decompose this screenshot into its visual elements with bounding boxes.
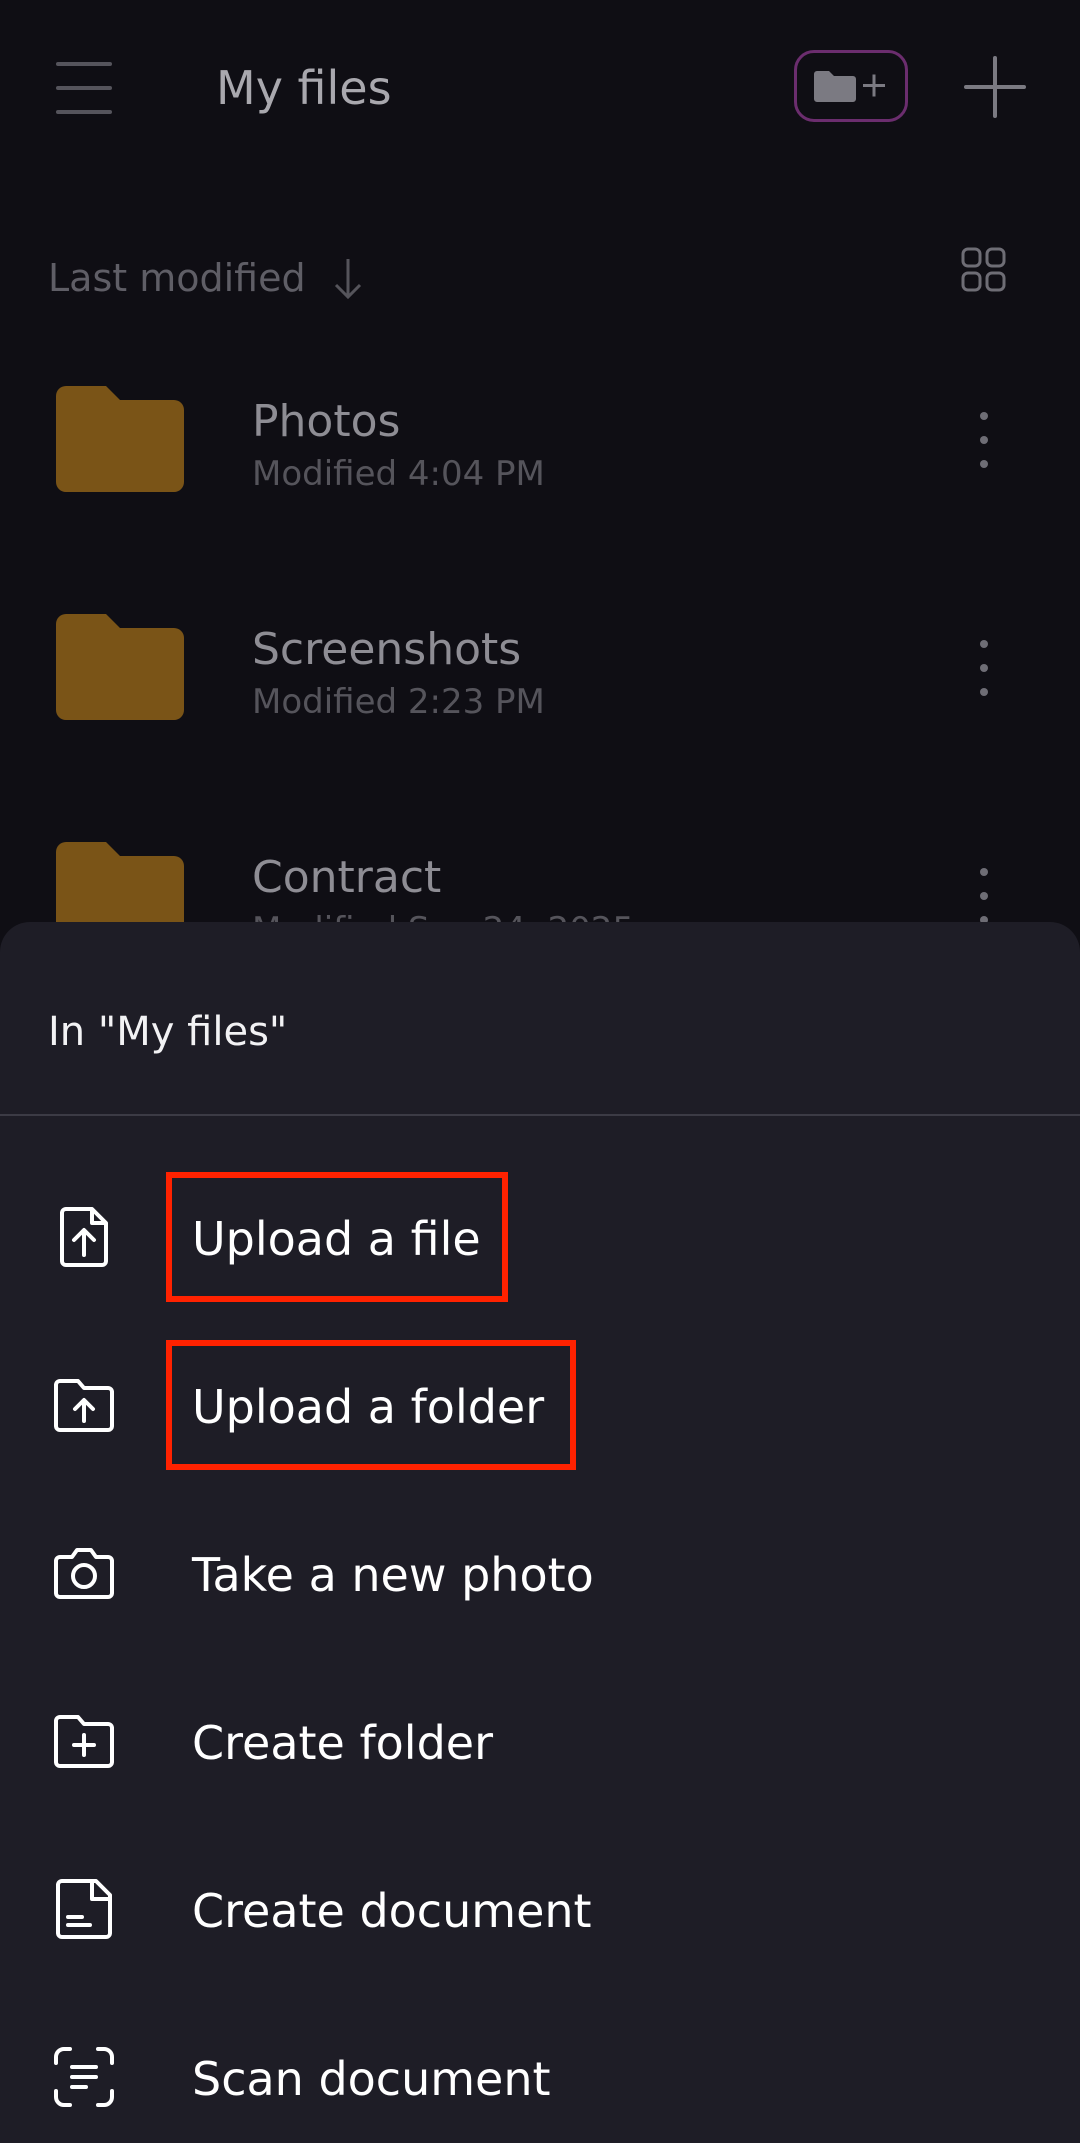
add-button[interactable] [962,54,1028,120]
sheet-title: In "My files" [48,1009,288,1055]
screen: My files Last modified Photos Modified 4… [0,0,1080,2143]
sort-control[interactable]: Last modified [48,248,368,308]
file-item-photos[interactable]: Photos Modified 4:04 PM [0,384,1080,612]
plus-icon [964,56,1026,118]
file-name: Photos [252,396,401,447]
menu-button[interactable] [52,58,116,118]
new-folder-button[interactable] [794,50,908,122]
folder-icon [56,614,184,720]
highlight-box [166,1340,576,1470]
arrow-down-icon [334,259,361,300]
action-label: Create document [192,1884,592,1938]
more-options-icon[interactable] [972,638,996,698]
action-label: Take a new photo [192,1548,594,1602]
document-icon [56,1879,112,1939]
upload-file-action[interactable]: Upload a file [0,1167,1080,1307]
add-options-sheet: In "My files" Upload a file Upload a fol… [0,922,1080,2143]
folder-plus-icon [814,71,885,102]
camera-icon [54,1548,114,1599]
folder-add-icon [54,1715,114,1768]
file-name: Screenshots [252,624,522,675]
create-folder-action[interactable]: Create folder [0,1671,1080,1811]
page-title: My files [216,61,392,115]
create-document-action[interactable]: Create document [0,1839,1080,1979]
more-options-icon[interactable] [972,866,996,926]
file-meta: Modified 4:04 PM [252,454,545,494]
sort-label: Last modified [48,256,306,300]
file-upload-icon [60,1207,108,1267]
file-meta: Modified 2:23 PM [252,682,545,722]
more-options-icon[interactable] [972,410,996,470]
scan-document-action[interactable]: Scan document [0,2007,1080,2143]
file-name: Contract [252,852,442,903]
grid-view-toggle[interactable] [960,246,1008,294]
grid-view-icon [961,247,1006,292]
sheet-divider [0,1114,1080,1116]
top-app-bar: My files [0,0,1080,176]
file-item-screenshots[interactable]: Screenshots Modified 2:23 PM [0,612,1080,840]
folder-icon [56,386,184,492]
upload-folder-action[interactable]: Upload a folder [0,1335,1080,1475]
scan-icon [54,2047,114,2107]
action-label: Create folder [192,1716,493,1770]
action-label: Scan document [192,2052,551,2106]
hamburger-menu-icon [56,62,112,114]
take-photo-action[interactable]: Take a new photo [0,1503,1080,1643]
folder-upload-icon [54,1379,114,1432]
highlight-box [166,1172,508,1302]
